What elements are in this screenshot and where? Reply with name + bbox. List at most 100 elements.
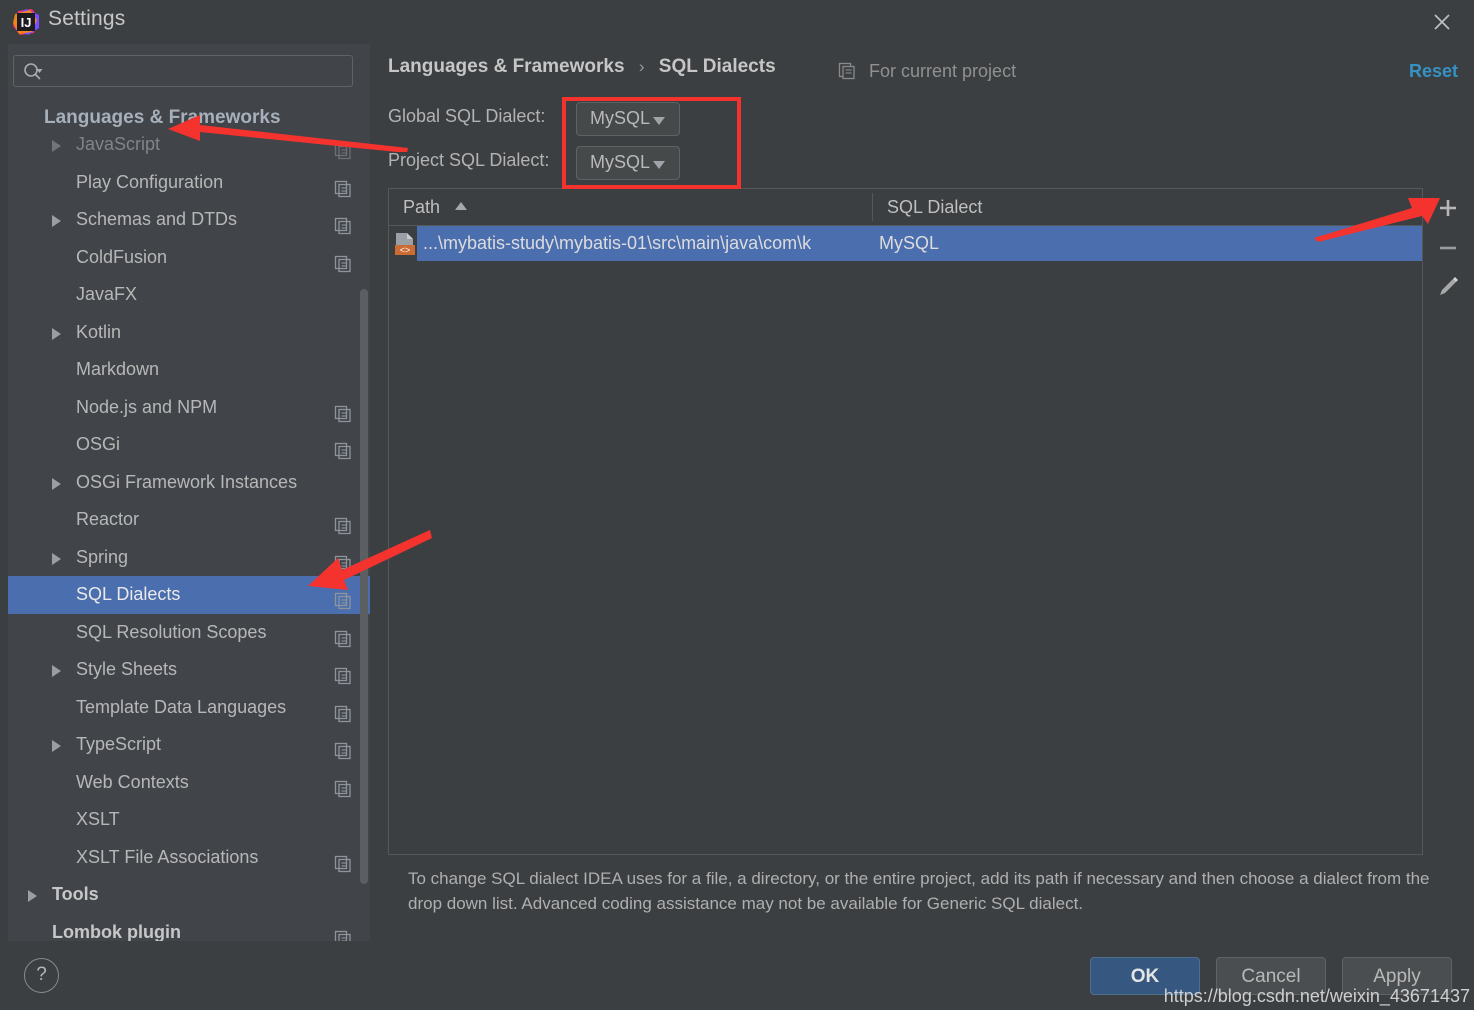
project-sql-dialect-value: MySQL (590, 152, 651, 172)
breadcrumb-current: SQL Dialects (658, 56, 776, 77)
sidebar-item-node-js-and-npm[interactable]: Node.js and NPM (8, 389, 370, 427)
column-divider[interactable] (872, 193, 873, 221)
column-header-path-label: Path (403, 197, 441, 217)
sidebar-item-label: Reactor (76, 509, 140, 529)
chevron-down-icon (653, 117, 665, 125)
sidebar-item-template-data-languages[interactable]: Template Data Languages (8, 689, 370, 727)
sidebar-item-schemas-and-dtds[interactable]: Schemas and DTDs (8, 201, 370, 239)
scope-note: For current project (838, 61, 1016, 85)
sidebar-item-lombok-plugin[interactable]: Lombok plugin (8, 914, 370, 942)
copy-settings-icon (334, 849, 352, 872)
sidebar-item-label: SQL Resolution Scopes (76, 621, 267, 642)
project-sql-dialect-dropdown[interactable]: MySQL (576, 146, 680, 180)
column-header-path[interactable]: Path (403, 189, 468, 225)
sidebar-item-reactor[interactable]: Reactor (8, 501, 370, 539)
close-icon[interactable] (1424, 4, 1460, 40)
sidebar-item-label: Spring (76, 546, 129, 567)
global-sql-dialect-dropdown[interactable]: MySQL (576, 102, 680, 136)
copy-settings-icon (334, 624, 352, 647)
sidebar-item-xslt-file-associations[interactable]: XSLT File Associations (8, 839, 370, 877)
sidebar-item-spring[interactable]: Spring (8, 539, 370, 577)
sidebar-item-sql-resolution-scopes[interactable]: SQL Resolution Scopes (8, 614, 370, 652)
sidebar-item-kotlin[interactable]: Kotlin (8, 314, 370, 352)
expand-arrow-icon[interactable] (52, 201, 68, 239)
search-input[interactable] (50, 60, 346, 84)
reset-link[interactable]: Reset (1409, 61, 1458, 82)
breadcrumb-separator: › (638, 57, 645, 76)
sidebar-item-label: Schemas and DTDs (76, 209, 238, 229)
sidebar-item-label: JavaFX (76, 284, 138, 304)
sidebar-item-tools[interactable]: Tools (8, 876, 370, 914)
column-header-sql-dialect[interactable]: SQL Dialect (887, 189, 982, 225)
copy-settings-icon (334, 549, 352, 572)
sidebar-item-label: Markdown (76, 359, 160, 379)
expand-arrow-icon[interactable] (52, 651, 68, 689)
sidebar-item-osgi-framework-instances[interactable]: OSGi Framework Instances (8, 464, 370, 502)
copy-settings-icon (334, 511, 352, 535)
window-title: Settings (48, 7, 126, 30)
pages-icon (838, 62, 856, 85)
sidebar-item-label: TypeScript (76, 734, 162, 754)
intellij-idea-logo-icon: IJ (12, 8, 40, 36)
sidebar-item-javafx[interactable]: JavaFX (8, 276, 370, 314)
sidebar-item-label: Style Sheets (76, 659, 178, 679)
sidebar-item-label: OSGi (76, 434, 121, 454)
copy-settings-icon (334, 399, 352, 422)
sidebar-item-label: Web Contexts (76, 771, 189, 792)
sidebar-item-coldfusion[interactable]: ColdFusion (8, 239, 370, 277)
settings-tree: JavaScript Play Configuration Schemas and … (8, 126, 370, 941)
settings-sidebar: Languages & Frameworks JavaScript Play Co… (8, 44, 370, 941)
sidebar-item-javascript[interactable]: JavaScript (8, 126, 370, 164)
sidebar-item-label: XSLT (76, 809, 120, 829)
copy-settings-icon (334, 736, 352, 760)
sidebar-item-xslt[interactable]: XSLT (8, 801, 370, 839)
add-path-button[interactable] (1430, 188, 1466, 228)
sidebar-item-label: Kotlin (76, 321, 122, 342)
copy-settings-icon (334, 774, 352, 797)
copy-settings-icon (334, 699, 352, 722)
copy-settings-icon (334, 211, 352, 235)
expand-arrow-icon[interactable] (52, 539, 68, 577)
project-sql-dialect-label: Project SQL Dialect: (388, 150, 550, 170)
watermark-url: https://blog.csdn.net/weixin_43671437 (1163, 986, 1470, 1006)
table-body: <> ...\mybatis-study\mybatis-01\src\main\… (389, 226, 1422, 261)
copy-settings-icon (334, 174, 352, 197)
sidebar-item-web-contexts[interactable]: Web Contexts (8, 764, 370, 802)
breadcrumb-parent[interactable]: Languages & Frameworks (388, 56, 625, 77)
sidebar-item-label: Lombok plugin (52, 921, 181, 942)
remove-path-button[interactable] (1430, 228, 1466, 268)
help-button[interactable]: ? (24, 958, 59, 993)
expand-arrow-icon[interactable] (28, 876, 44, 914)
copy-settings-icon (334, 924, 352, 941)
sidebar-scrollbar[interactable] (360, 289, 368, 884)
sidebar-item-style-sheets[interactable]: Style Sheets (8, 651, 370, 689)
sidebar-item-osgi[interactable]: OSGi (8, 426, 370, 464)
sidebar-section-header: Languages & Frameworks (44, 107, 281, 128)
sidebar-item-label: OSGi Framework Instances (76, 471, 298, 492)
search-icon (23, 62, 45, 82)
sidebar-item-typescript[interactable]: TypeScript (8, 726, 370, 764)
sidebar-item-label: Template Data Languages (76, 696, 287, 717)
sidebar-item-label: Tools (52, 884, 99, 904)
expand-arrow-icon[interactable] (52, 314, 68, 352)
expand-arrow-icon[interactable] (52, 464, 68, 502)
sidebar-item-play-configuration[interactable]: Play Configuration (8, 164, 370, 202)
sql-dialect-paths-table: Path SQL Dialect <> ...\mybatis-study\myb… (388, 188, 1423, 855)
copy-settings-icon (334, 136, 352, 160)
sidebar-item-markdown[interactable]: Markdown (8, 351, 370, 389)
search-box[interactable] (13, 55, 353, 87)
sidebar-item-label: XSLT File Associations (76, 846, 259, 867)
expand-arrow-icon[interactable] (52, 126, 68, 164)
edit-path-button[interactable] (1430, 268, 1466, 308)
sort-ascending-icon (455, 202, 468, 210)
breadcrumb: Languages & Frameworks › SQL Dialects (388, 56, 776, 78)
expand-arrow-icon[interactable] (52, 726, 68, 764)
table-hint-text: To change SQL dialect IDEA uses for a fi… (408, 869, 1430, 913)
chevron-down-icon (653, 161, 665, 169)
global-sql-dialect-label: Global SQL Dialect: (388, 106, 546, 126)
main-panel: Languages & Frameworks › SQL Dialects Fo… (378, 44, 1466, 941)
copy-settings-icon (334, 436, 352, 460)
copy-settings-icon (334, 586, 352, 610)
table-row[interactable]: <> ...\mybatis-study\mybatis-01\src\main\… (389, 226, 1422, 261)
sidebar-item-sql-dialects[interactable]: SQL Dialects (8, 576, 370, 614)
